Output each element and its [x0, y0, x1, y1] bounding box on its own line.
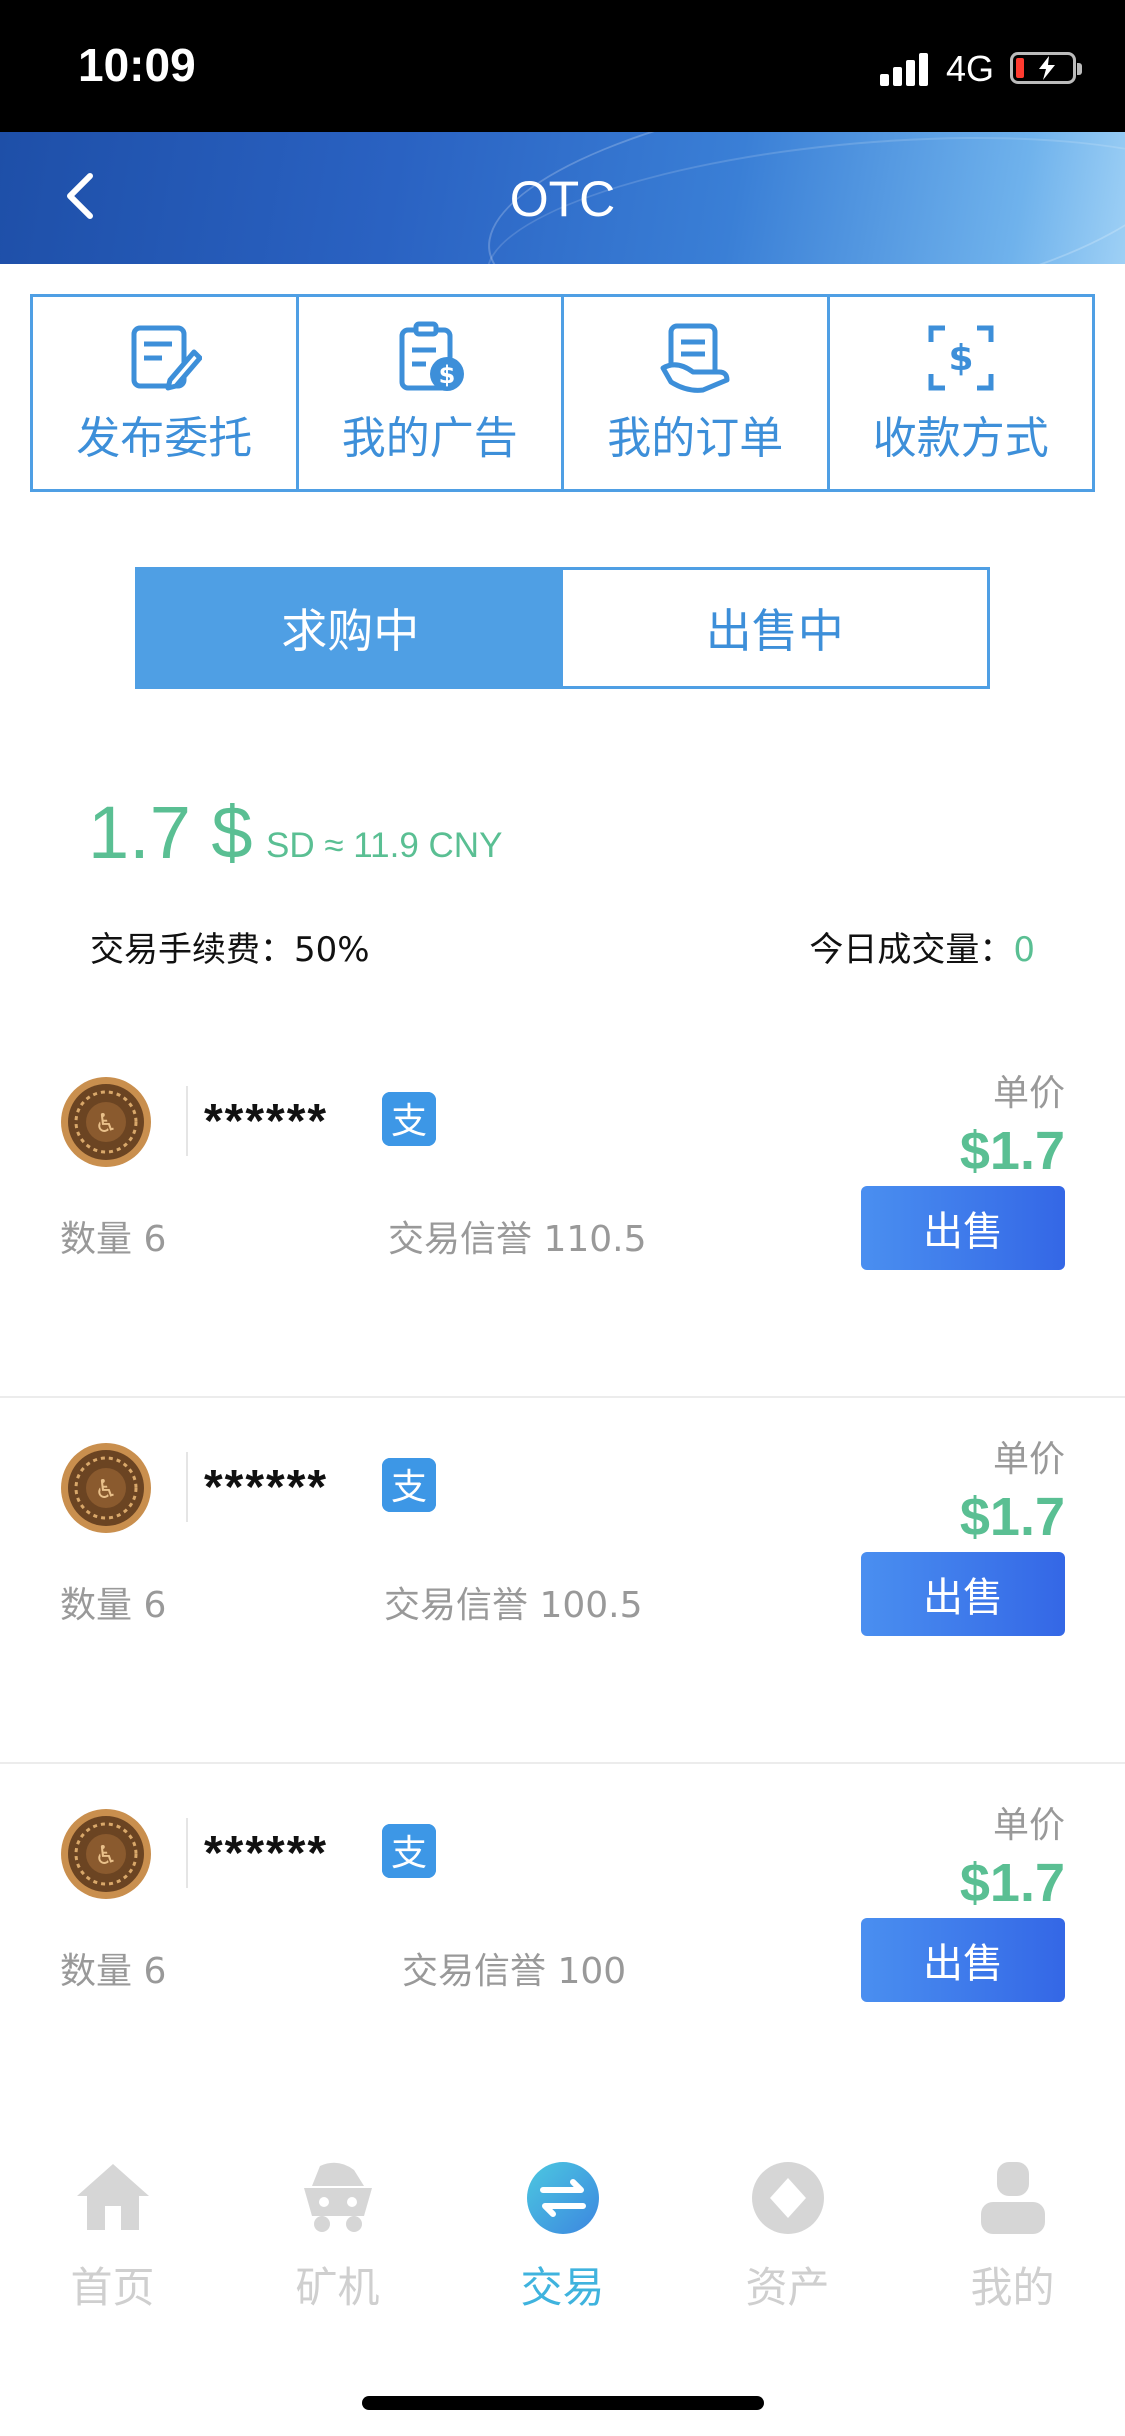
- tab-selling[interactable]: 出售中: [562, 570, 987, 686]
- user-name: ******: [204, 1095, 329, 1148]
- svg-text:$: $: [438, 361, 455, 389]
- trade-credit: 交易信誉 100.5: [384, 1585, 643, 1626]
- quick-item-my-orders[interactable]: 我的订单: [564, 297, 830, 489]
- unit-price: $1.7: [959, 1121, 1065, 1181]
- avatar: ♿: [61, 1443, 151, 1533]
- status-bar: 10:09 4G: [0, 0, 1125, 132]
- user-name: ******: [204, 1827, 329, 1880]
- order-icon: [660, 323, 730, 393]
- publish-icon: [131, 325, 203, 391]
- listing-row: ♿ ****** 支 单价 $1.7 数量 6 交易信誉 100.5 出售: [0, 1398, 1125, 1764]
- status-time: 10:09: [78, 39, 196, 91]
- svg-text:♿: ♿: [94, 1841, 117, 1871]
- today-volume-value: 0: [1013, 930, 1035, 970]
- page-title: OTC: [509, 171, 616, 227]
- nav-label-miner: 矿机: [295, 2263, 380, 2312]
- nav-item-trade[interactable]: 交易: [450, 2140, 675, 2320]
- listing-row: ♿ ****** 支 单价 $1.7 数量 6 交易信誉 100 出售: [0, 1764, 1125, 2130]
- asset-icon: [751, 2162, 824, 2234]
- sell-button[interactable]: 出售: [861, 1186, 1065, 1270]
- unit-price: $1.7: [959, 1853, 1065, 1913]
- alipay-icon: 支: [382, 1458, 436, 1512]
- nav-label-trade: 交易: [520, 2263, 605, 2312]
- nav-item-home[interactable]: 首页: [0, 2140, 225, 2320]
- tab-buying[interactable]: 求购中: [138, 570, 563, 686]
- quick-label-my-orders: 我的订单: [607, 413, 784, 464]
- home-icon: [76, 2164, 149, 2230]
- order-type-tabs: 求购中 出售中: [135, 567, 990, 689]
- cellular-signal-icon: [880, 52, 932, 86]
- listing-row: ♿ ****** 支 单价 $1.7 数量 6 交易信誉 110.5 出售: [0, 1032, 1125, 1398]
- svg-text:支: 支: [391, 1467, 427, 1508]
- bottom-nav: 首页 矿机 交易 资产 我的: [0, 2140, 1125, 2320]
- unit-price-label: 单价: [992, 1805, 1065, 1846]
- quick-label-publish: 发布委托: [76, 413, 253, 464]
- network-type: 4G: [946, 48, 995, 89]
- sell-button[interactable]: 出售: [861, 1918, 1065, 2002]
- quick-menu: 发布委托 $ 我的广告 我的订单 $ 收款方式: [30, 294, 1095, 492]
- quick-item-my-ads[interactable]: $ 我的广告: [299, 297, 564, 489]
- quantity: 数量 6: [60, 1219, 167, 1260]
- alipay-icon: 支: [382, 1092, 436, 1146]
- svg-text:$: $: [948, 338, 973, 379]
- unit-price-label: 单价: [992, 1073, 1065, 1114]
- home-indicator[interactable]: [362, 2396, 764, 2410]
- unit-price: $1.7: [959, 1487, 1065, 1547]
- today-volume: 今日成交量：0: [809, 922, 1035, 971]
- nav-label-home: 首页: [70, 2263, 155, 2312]
- svg-text:支: 支: [391, 1101, 427, 1142]
- profile-icon: [980, 2162, 1045, 2234]
- app-header: OTC: [0, 132, 1125, 264]
- trade-credit: 交易信誉 110.5: [388, 1219, 647, 1260]
- today-volume-label: 今日成交量：: [809, 930, 1014, 970]
- quick-item-publish[interactable]: 发布委托: [33, 297, 299, 489]
- quick-label-my-ads: 我的广告: [341, 413, 518, 464]
- nav-label-assets: 资产: [745, 2263, 830, 2312]
- quantity: 数量 6: [60, 1585, 167, 1626]
- nav-item-miner[interactable]: 矿机: [225, 2140, 450, 2320]
- nav-item-assets[interactable]: 资产: [675, 2140, 900, 2320]
- mining-cart-icon: [303, 2162, 372, 2232]
- nav-label-profile: 我的: [970, 2263, 1055, 2312]
- svg-text:♿: ♿: [94, 1109, 117, 1139]
- avatar: ♿: [61, 1077, 151, 1167]
- alipay-icon: 支: [382, 1824, 436, 1878]
- quantity: 数量 6: [60, 1951, 167, 1992]
- trade-fee: 交易手续费：50%: [90, 930, 370, 970]
- current-price: 1.7 $: [88, 791, 253, 874]
- quick-item-payment-methods[interactable]: $ 收款方式: [830, 297, 1093, 489]
- price-conversion: SD ≈ 11.9 CNY: [266, 826, 503, 865]
- sell-button[interactable]: 出售: [861, 1552, 1065, 1636]
- quick-label-payment-methods: 收款方式: [872, 413, 1049, 464]
- nav-item-profile[interactable]: 我的: [900, 2140, 1125, 2320]
- battery-icon: [1010, 52, 1082, 84]
- svg-text:支: 支: [391, 1833, 427, 1874]
- avatar: ♿: [61, 1809, 151, 1899]
- svg-text:♿: ♿: [94, 1475, 117, 1505]
- payment-method-icon: $: [928, 325, 994, 391]
- user-name: ******: [204, 1461, 329, 1514]
- ad-icon: $: [399, 321, 464, 391]
- exchange-icon: [526, 2162, 599, 2234]
- unit-price-label: 单价: [992, 1439, 1065, 1480]
- trade-credit: 交易信誉 100: [402, 1951, 627, 1992]
